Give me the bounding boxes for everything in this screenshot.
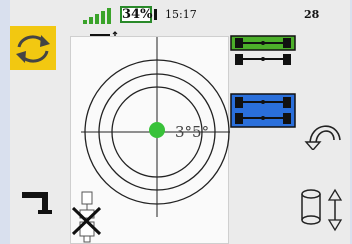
lift-arm-icon <box>22 192 52 214</box>
angle-readout: 3°5° <box>175 123 210 141</box>
axle-green-icon <box>230 35 296 65</box>
axle-front-button[interactable] <box>229 35 297 68</box>
measurement-counter: 28 <box>304 8 320 21</box>
battery-indicator: 34% <box>120 6 152 23</box>
height-adjust-icon <box>301 188 343 232</box>
signal-strength-icon <box>83 8 115 24</box>
sensor-disabled-button[interactable] <box>70 190 104 244</box>
status-bar: 34% 15:17 28 <box>10 0 350 26</box>
undo-arrow-icon <box>304 125 341 152</box>
lift-bottom-button[interactable] <box>18 190 60 216</box>
target-position-dot <box>149 122 165 138</box>
height-adjust-button[interactable] <box>298 186 348 232</box>
battery-percent: 34% <box>122 7 153 22</box>
rotate-arrows-icon <box>16 35 50 63</box>
axle-blue-icon <box>230 93 296 128</box>
device-screen: 34% 15:17 28 3°5° <box>10 0 350 244</box>
axle-rear-button[interactable] <box>229 93 297 128</box>
rotate-button[interactable] <box>10 26 56 70</box>
battery-terminal <box>154 9 157 20</box>
clock: 15:17 <box>165 8 197 21</box>
sensor-disabled-icon <box>71 191 102 243</box>
undo-button[interactable] <box>304 112 346 152</box>
